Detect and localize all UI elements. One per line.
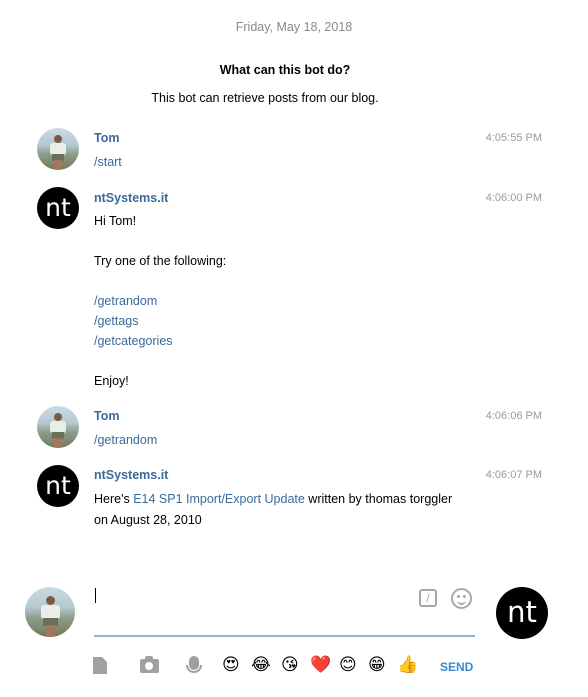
command-link[interactable]: /getrandom bbox=[94, 433, 157, 447]
message-text: Here's E14 SP1 Import/Export Update writ… bbox=[94, 492, 452, 506]
command-link[interactable]: /getcategories bbox=[94, 334, 173, 348]
user-avatar[interactable] bbox=[37, 128, 79, 170]
bot-info-description: This bot can retrieve posts from our blo… bbox=[151, 91, 379, 105]
post-link[interactable]: E14 SP1 Import/Export Update bbox=[133, 492, 305, 506]
bot-info-title: What can this bot do? bbox=[219, 63, 351, 77]
my-avatar[interactable] bbox=[25, 587, 75, 637]
command-link[interactable]: /gettags bbox=[94, 314, 138, 328]
message-sender[interactable]: Tom bbox=[94, 131, 119, 145]
user-avatar[interactable] bbox=[37, 406, 79, 448]
message-text: Try one of the following: bbox=[94, 254, 227, 268]
send-button[interactable]: SEND bbox=[440, 660, 473, 674]
emoji-button[interactable] bbox=[451, 588, 472, 609]
bot-commands-button[interactable]: / bbox=[419, 589, 437, 607]
bot-avatar[interactable]: nt bbox=[37, 465, 79, 507]
message-text: Enjoy! bbox=[94, 374, 129, 388]
camera-icon[interactable] bbox=[140, 656, 159, 673]
emoji-kiss[interactable]: 😘 bbox=[281, 655, 299, 675]
message-sender[interactable]: ntSystems.it bbox=[94, 468, 168, 482]
date-separator: Friday, May 18, 2018 bbox=[235, 20, 353, 34]
message-text: on August 28, 2010 bbox=[94, 513, 202, 527]
message-text-after: written by thomas torggler bbox=[304, 492, 453, 506]
emoji-tears-of-joy[interactable]: 😂 bbox=[251, 655, 271, 675]
message-sender[interactable]: ntSystems.it bbox=[94, 191, 168, 205]
bot-avatar[interactable]: nt bbox=[37, 187, 79, 229]
emoji-heart-eyes[interactable]: 😍 bbox=[222, 655, 240, 675]
message-time: 4:06:07 PM bbox=[485, 469, 542, 481]
message-text: Hi Tom! bbox=[94, 214, 137, 228]
input-underline bbox=[94, 635, 475, 637]
message-text-before: Here's bbox=[94, 492, 134, 506]
command-link[interactable]: /start bbox=[94, 155, 122, 169]
microphone-icon[interactable] bbox=[186, 656, 202, 673]
command-link[interactable]: /getrandom bbox=[94, 294, 157, 308]
emoji-thumbs-up[interactable]: 👍 bbox=[397, 655, 418, 675]
message-input[interactable] bbox=[94, 584, 404, 624]
emoji-smile[interactable]: 😊 bbox=[339, 655, 357, 675]
message-time: 4:06:06 PM bbox=[485, 410, 542, 422]
message-sender[interactable]: Tom bbox=[94, 409, 119, 423]
bot-avatar-large[interactable]: nt bbox=[496, 587, 548, 639]
text-cursor bbox=[95, 588, 96, 603]
message-time: 4:06:00 PM bbox=[485, 192, 542, 204]
message-time: 4:05:55 PM bbox=[485, 132, 542, 144]
emoji-heart[interactable]: ❤️ bbox=[310, 655, 331, 675]
emoji-grin[interactable]: 😁 bbox=[368, 655, 386, 675]
attach-file-icon[interactable] bbox=[93, 657, 107, 674]
